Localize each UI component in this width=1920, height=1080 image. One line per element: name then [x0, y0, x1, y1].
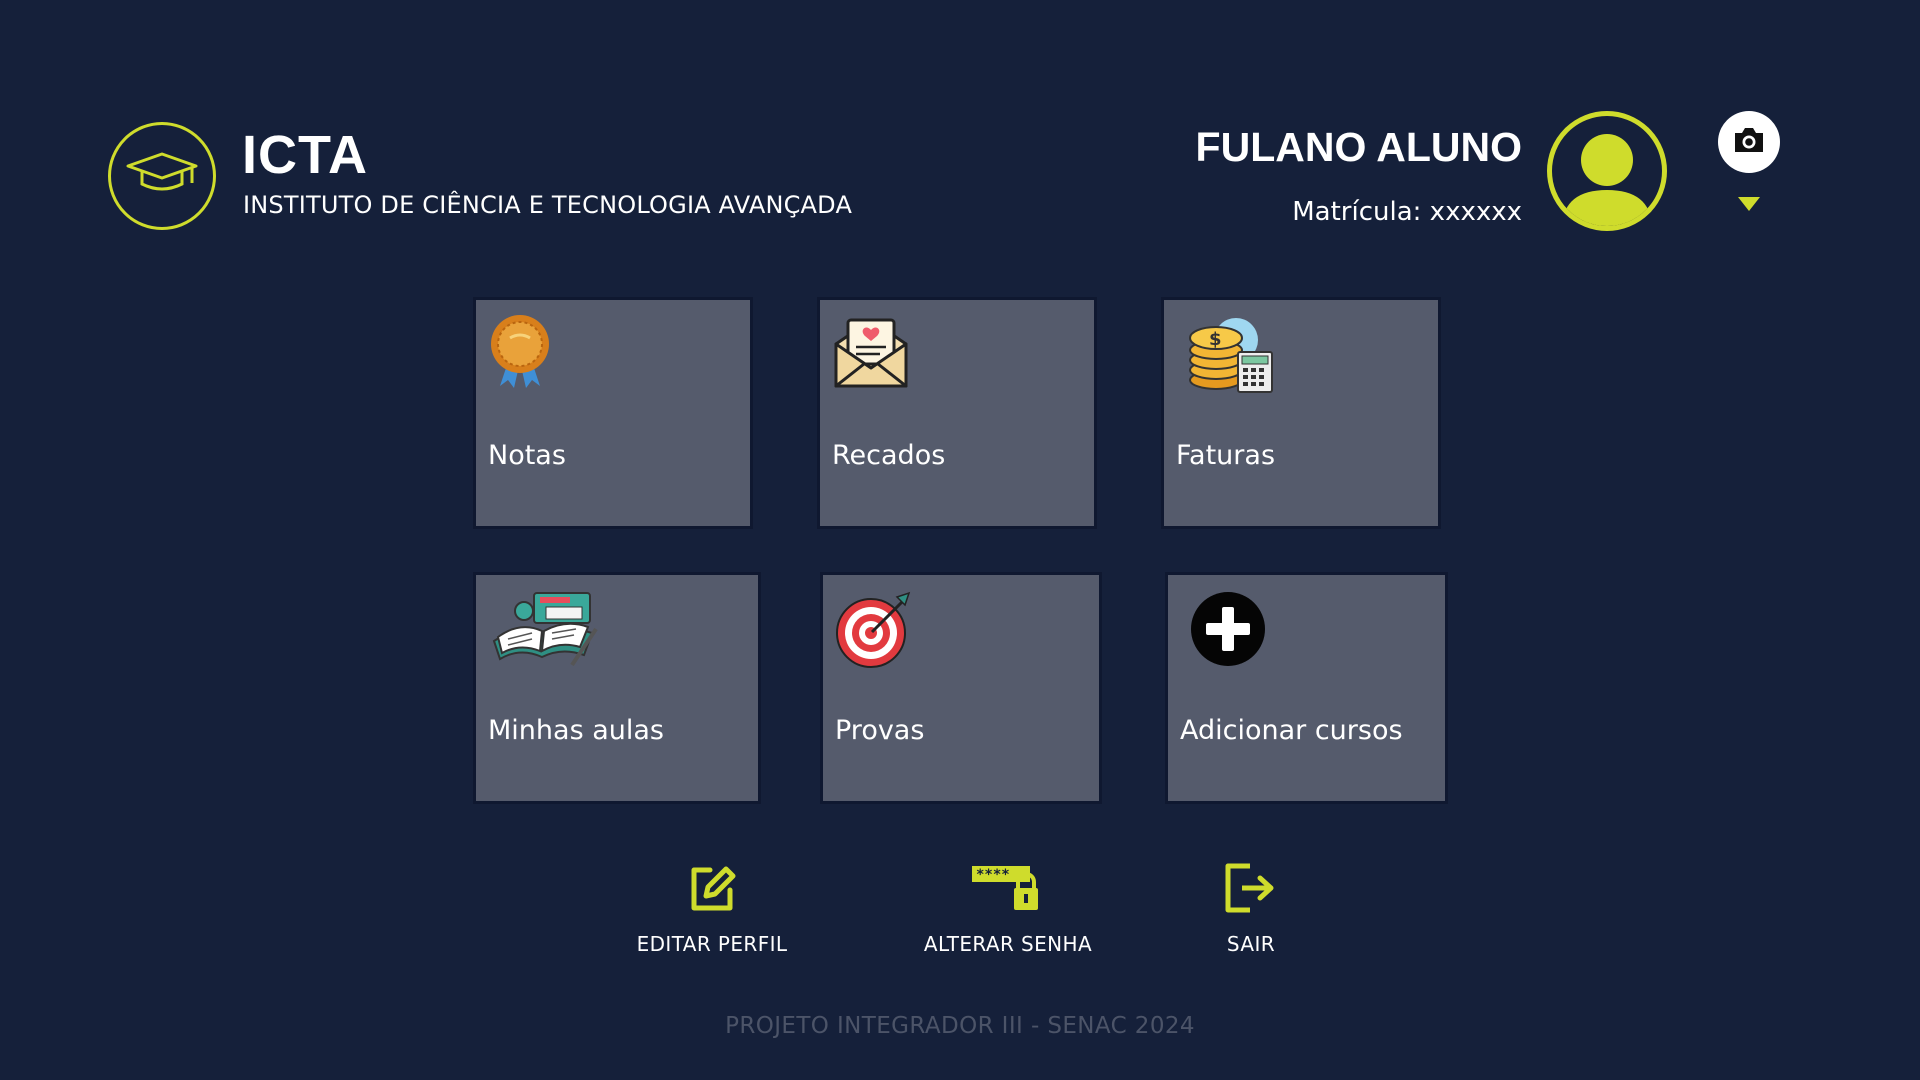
- open-book-icon: [488, 589, 600, 673]
- dashboard-page: ICTA INSTITUTO DE CIÊNCIA E TECNOLOGIA A…: [0, 0, 1920, 1080]
- user-avatar-icon: [1552, 134, 1662, 226]
- tile-minhas-aulas[interactable]: Minhas aulas: [473, 572, 761, 804]
- edit-profile-label: EDITAR PERFIL: [636, 932, 788, 956]
- tile-label: Adicionar cursos: [1180, 715, 1403, 746]
- brand-title: ICTA: [242, 125, 368, 185]
- plus-circle-icon: [1190, 591, 1266, 671]
- graduation-cap-icon: [126, 150, 198, 202]
- edit-icon: [686, 862, 738, 918]
- tile-provas[interactable]: Provas: [820, 572, 1102, 804]
- brand-subtitle: INSTITUTO DE CIÊNCIA E TECNOLOGIA AVANÇA…: [243, 191, 853, 219]
- change-photo-button[interactable]: [1718, 111, 1780, 173]
- tile-faturas[interactable]: $ Faturas: [1161, 297, 1441, 529]
- change-password-button[interactable]: **** ALTERAR SENHA: [908, 862, 1108, 956]
- tile-label: Notas: [488, 440, 566, 471]
- change-password-label: ALTERAR SENHA: [923, 932, 1093, 956]
- password-lock-icon: ****: [970, 862, 1046, 918]
- tile-label: Provas: [835, 715, 925, 746]
- svg-text:$: $: [1209, 329, 1222, 350]
- footer-text: PROJETO INTEGRADOR III - SENAC 2024: [725, 1013, 1195, 1039]
- chevron-down-icon[interactable]: [1738, 197, 1760, 211]
- logout-icon: [1224, 862, 1278, 918]
- tile-recados[interactable]: Recados: [817, 297, 1097, 529]
- logout-button[interactable]: SAIR: [1151, 862, 1351, 956]
- camera-icon: [1732, 126, 1766, 158]
- medal-icon: [488, 314, 552, 394]
- tile-label: Faturas: [1176, 440, 1276, 471]
- target-arrow-icon: [835, 589, 915, 673]
- svg-text:****: ****: [976, 867, 1010, 883]
- user-name: FULANO ALUNO: [1195, 124, 1522, 170]
- tile-adicionar-cursos[interactable]: Adicionar cursos: [1165, 572, 1448, 804]
- coins-calculator-icon: $: [1176, 314, 1282, 398]
- envelope-letter-icon: [832, 314, 910, 394]
- logout-label: SAIR: [1226, 932, 1276, 956]
- user-matricula: Matrícula: xxxxxx: [1292, 197, 1522, 227]
- tile-label: Minhas aulas: [488, 715, 664, 746]
- logo-badge: [108, 122, 216, 230]
- avatar[interactable]: [1547, 111, 1667, 231]
- edit-profile-button[interactable]: EDITAR PERFIL: [612, 862, 812, 956]
- tile-notas[interactable]: Notas: [473, 297, 753, 529]
- tile-label: Recados: [832, 440, 946, 471]
